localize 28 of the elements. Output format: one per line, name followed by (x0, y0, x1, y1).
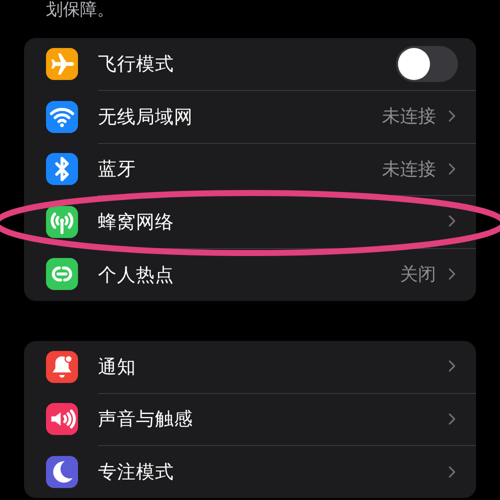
settings-row[interactable]: 声音与触感 (46, 393, 476, 446)
row-label: 个人热点 (98, 264, 175, 287)
settings-row[interactable]: 蓝牙 未连接 (46, 143, 476, 196)
chevron-icon (448, 412, 456, 426)
chevron-icon (448, 109, 456, 124)
settings-row[interactable]: 飞行模式 (46, 38, 476, 90)
settings-row[interactable]: 通知 (46, 340, 476, 393)
row-value: 未连接 (382, 105, 436, 128)
row-label: 蓝牙 (98, 158, 137, 182)
row-label: 飞行模式 (98, 53, 175, 76)
chevron-icon (448, 162, 456, 176)
toggle-switch[interactable] (396, 46, 458, 82)
caption-text: 划保障。 (46, 0, 115, 20)
row-value: 未连接 (382, 158, 436, 181)
settings-row[interactable]: 蜂窝网络 (46, 196, 476, 248)
settings-row[interactable]: 个人热点 关闭 (46, 248, 476, 300)
settings-row[interactable]: 无线局域网 未连接 (46, 90, 476, 143)
row-label: 声音与触感 (98, 408, 194, 432)
row-label: 蜂窝网络 (98, 210, 175, 234)
chevron-icon (448, 464, 456, 479)
row-value: 关闭 (400, 263, 436, 286)
row-label: 通知 (98, 356, 137, 379)
chevron-icon (448, 267, 456, 282)
settings-row[interactable]: 专注模式 (46, 446, 476, 498)
chevron-icon (448, 359, 456, 374)
row-label: 无线局域网 (98, 106, 194, 129)
row-label: 专注模式 (98, 461, 175, 484)
chevron-icon (448, 214, 456, 228)
